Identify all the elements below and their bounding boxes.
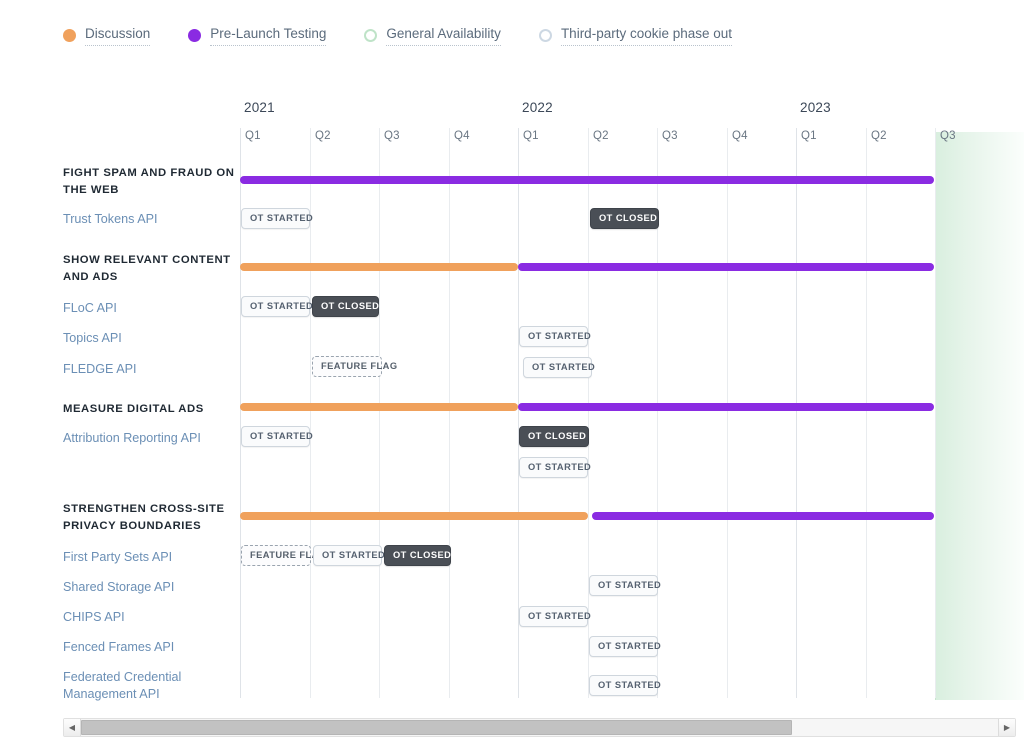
phase-bar[interactable] <box>518 403 934 411</box>
milestone-badge[interactable]: FEATURE FLAG <box>312 356 397 377</box>
api-link[interactable]: FLEDGE API <box>63 361 241 378</box>
phase-bar[interactable] <box>240 512 588 520</box>
legend: Discussion Pre-Launch Testing General Avai… <box>63 26 770 46</box>
api-link[interactable]: Shared Storage API <box>63 579 241 596</box>
general-availability-zone <box>935 132 1024 700</box>
milestone-badge[interactable]: OT STARTED <box>519 606 591 627</box>
circle-outline-icon <box>538 29 552 42</box>
quarter-label: Q1 <box>801 130 817 142</box>
legend-item-label: General Availability <box>386 26 501 46</box>
year-label: 2021 <box>244 100 275 115</box>
milestone-badge[interactable]: OT CLOSED <box>384 545 451 566</box>
scroll-left-arrow-icon[interactable]: ◀ <box>64 719 81 736</box>
year-label: 2023 <box>800 100 831 115</box>
milestone-badge[interactable]: FEATURE FLAG <box>241 545 326 566</box>
milestone-badge[interactable]: OT STARTED <box>313 545 385 566</box>
quarter-label: Q4 <box>454 130 470 142</box>
api-link[interactable]: Fenced Frames API <box>63 639 241 656</box>
phase-bar[interactable] <box>240 403 518 411</box>
milestone-badge[interactable]: OT STARTED <box>589 575 661 596</box>
api-link[interactable]: FLoC API <box>63 300 241 317</box>
api-link[interactable]: Topics API <box>63 330 241 347</box>
phase-bar[interactable] <box>592 512 934 520</box>
quarter-label: Q3 <box>662 130 678 142</box>
milestone-badge[interactable]: OT CLOSED <box>312 296 379 317</box>
circle-icon <box>63 29 76 42</box>
group-label: STRENGTHEN CROSS-SITE PRIVACY BOUNDARIES <box>63 503 225 532</box>
legend-item[interactable]: Pre-Launch Testing <box>188 26 327 46</box>
quarter-gridline <box>379 128 380 698</box>
milestone-badge[interactable]: OT CLOSED <box>519 426 589 447</box>
milestone-badge[interactable]: OT STARTED <box>241 208 313 229</box>
milestone-badge[interactable]: OT STARTED <box>519 326 591 347</box>
group-label: MEASURE DIGITAL ADS <box>63 403 204 415</box>
circle-icon <box>188 29 202 42</box>
scroll-right-arrow-icon[interactable]: ▶ <box>998 719 1015 736</box>
quarter-label: Q2 <box>871 130 887 142</box>
quarter-gridline <box>935 128 936 698</box>
quarter-gridline <box>796 128 797 698</box>
year-label: 2022 <box>522 100 553 115</box>
quarter-label: Q2 <box>315 130 331 142</box>
legend-item-label: Discussion <box>85 26 151 46</box>
milestone-badge[interactable]: OT STARTED <box>241 426 313 447</box>
api-link[interactable]: Attribution Reporting API <box>63 430 241 447</box>
legend-item-label: Pre-Launch Testing <box>210 26 327 46</box>
legend-item[interactable]: Discussion <box>63 26 151 46</box>
quarter-label: Q1 <box>523 130 539 142</box>
legend-item[interactable]: General Availability <box>364 26 501 46</box>
quarter-label: Q4 <box>732 130 748 142</box>
milestone-badge[interactable]: OT STARTED <box>241 296 313 317</box>
quarter-gridline <box>866 128 867 698</box>
milestone-badge[interactable]: OT STARTED <box>589 675 661 696</box>
phase-bar[interactable] <box>240 176 934 184</box>
milestone-badge[interactable]: OT STARTED <box>523 357 595 378</box>
timeline-chart: 2021 2022 2023 Q1 Q2 Q3 Q4 Q1 Q2 Q3 Q4 Q1 Q2 Q3 OT S… <box>0 100 1024 710</box>
phase-bar[interactable] <box>240 263 518 271</box>
api-link[interactable]: First Party Sets API <box>63 549 241 566</box>
quarter-label: Q3 <box>384 130 400 142</box>
milestone-badge[interactable]: OT STARTED <box>589 636 661 657</box>
legend-item-label: Third-party cookie phase out <box>560 26 733 46</box>
phase-bar[interactable] <box>518 263 934 271</box>
api-link[interactable]: CHIPS API <box>63 609 241 626</box>
quarter-gridline <box>449 128 450 698</box>
group-label: SHOW RELEVANT CONTENT AND ADS <box>63 254 231 283</box>
scrollbar-thumb[interactable] <box>81 720 792 735</box>
quarter-label: Q2 <box>593 130 609 142</box>
row-labels-column: FIGHT SPAM AND FRAUD ON THE WEB Trust Tok… <box>0 100 240 710</box>
api-link[interactable]: Federated Credential Management API <box>63 669 241 703</box>
scrollbar-track[interactable] <box>81 719 998 736</box>
quarter-gridline <box>727 128 728 698</box>
quarter-label: Q3 <box>940 130 956 142</box>
legend-item[interactable]: Third-party cookie phase out <box>538 26 733 46</box>
quarter-label: Q1 <box>245 130 261 142</box>
milestone-badge[interactable]: OT CLOSED <box>590 208 659 229</box>
api-link[interactable]: Trust Tokens API <box>63 211 241 228</box>
group-label: FIGHT SPAM AND FRAUD ON THE WEB <box>63 167 235 196</box>
horizontal-scrollbar[interactable]: ◀ ▶ <box>63 718 1016 737</box>
timeline-grid: 2021 2022 2023 Q1 Q2 Q3 Q4 Q1 Q2 Q3 Q4 Q1 Q2 Q3 OT S… <box>240 100 1024 710</box>
circle-outline-icon <box>364 29 378 42</box>
milestone-badge[interactable]: OT STARTED <box>519 457 591 478</box>
